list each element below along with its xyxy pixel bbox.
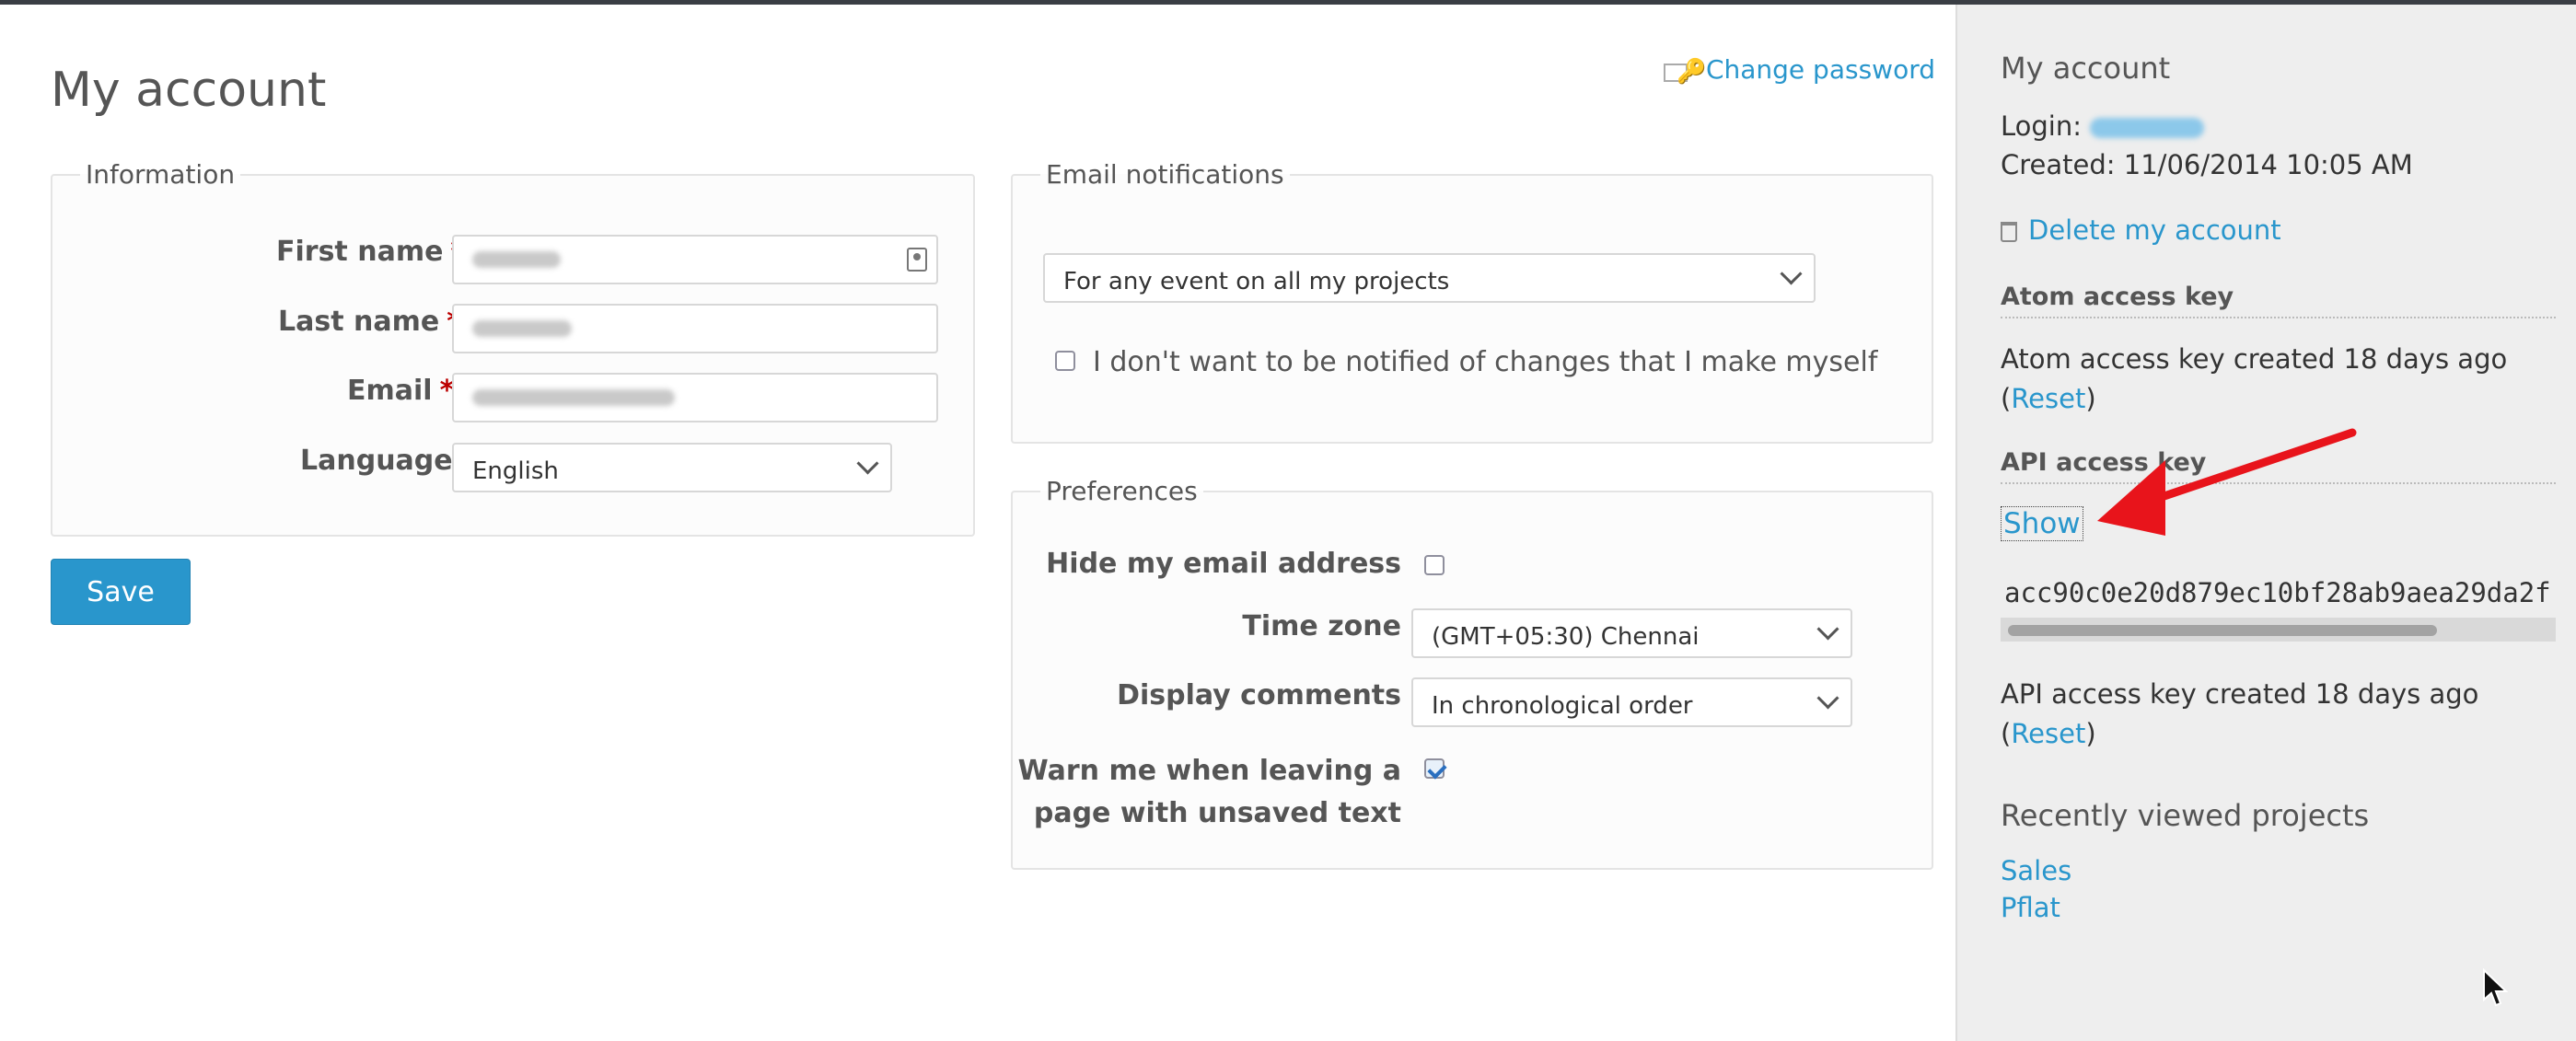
warn-leaving-checkbox[interactable]: [1424, 758, 1445, 779]
recent-project-link[interactable]: Sales: [2001, 855, 2071, 886]
language-select[interactable]: English: [452, 443, 892, 492]
main-content: My account 🔑 Change password Information…: [0, 5, 1955, 1041]
chevron-down-icon: [1780, 262, 1803, 285]
last-name-field[interactable]: [452, 304, 938, 353]
horizontal-scrollbar[interactable]: [2001, 618, 2556, 642]
show-api-key-link[interactable]: Show: [2001, 506, 2083, 541]
change-password-link[interactable]: 🔑 Change password: [1663, 54, 1935, 86]
change-password-label: Change password: [1705, 54, 1935, 85]
atom-reset-row: (Reset): [2001, 383, 2096, 414]
first-name-label: First name*: [276, 236, 465, 268]
chevron-down-icon: [1816, 618, 1839, 641]
language-label: Language: [300, 445, 453, 477]
contact-card-icon[interactable]: [907, 248, 927, 272]
api-key-heading: API access key: [2001, 448, 2556, 484]
warn-leaving-label-line1: Warn me when leaving a: [1017, 755, 1401, 787]
login-label: Login:: [2001, 110, 2083, 142]
no-self-notified-label: I don't want to be notified of changes t…: [1093, 346, 1878, 378]
last-name-label-text: Last name: [278, 306, 440, 338]
chevron-down-icon: [1816, 687, 1839, 710]
api-key-created: API access key created 18 days ago: [2001, 678, 2479, 710]
language-value: English: [472, 457, 559, 485]
warn-leaving-label: Warn me when leaving a page with unsaved…: [1018, 750, 1401, 835]
warn-leaving-label-line2: page with unsaved text: [1033, 797, 1401, 829]
last-name-label: Last name*: [278, 306, 461, 338]
email-field[interactable]: [452, 373, 938, 422]
notification-select[interactable]: For any event on all my projects: [1043, 253, 1816, 303]
notification-value: For any event on all my projects: [1063, 268, 1450, 295]
information-legend: Information: [86, 159, 236, 190]
blurred-value: [472, 389, 675, 406]
sidebar-my-account-heading: My account: [2001, 51, 2171, 86]
display-comments-select[interactable]: In chronological order: [1411, 677, 1852, 727]
delete-account-link[interactable]: Delete my account: [2001, 214, 2281, 246]
atom-key-heading: Atom access key: [2001, 283, 2556, 318]
time-zone-select[interactable]: (GMT+05:30) Chennai: [1411, 608, 1852, 658]
created-value: 11/06/2014 10:05 AM: [2123, 149, 2413, 180]
hide-email-label: Hide my email address: [1046, 548, 1401, 580]
hide-email-checkbox[interactable]: [1424, 555, 1445, 575]
scrollbar-thumb[interactable]: [2008, 625, 2437, 636]
blurred-value: [472, 320, 572, 337]
delete-account-label: Delete my account: [2028, 214, 2281, 246]
atom-key-created: Atom access key created 18 days ago: [2001, 343, 2508, 375]
display-comments-label: Display comments: [1117, 679, 1401, 711]
blurred-login[interactable]: [2090, 118, 2205, 138]
chevron-down-icon: [856, 452, 879, 475]
key-icon: 🔑: [1663, 58, 1706, 86]
email-label: Email *: [347, 375, 454, 407]
preferences-legend: Preferences: [1046, 476, 1198, 506]
time-zone-value: (GMT+05:30) Chennai: [1432, 623, 1700, 651]
api-key-value: acc90c0e20d879ec10bf28ab9aea29da2f: [2004, 577, 2551, 608]
page-title: My account: [51, 63, 327, 118]
api-reset-row: (Reset): [2001, 718, 2096, 749]
login-row: Login:: [2001, 110, 2205, 142]
first-name-label-text: First name: [276, 236, 444, 268]
email-notifications-legend: Email notifications: [1046, 159, 1284, 190]
api-key-box: acc90c0e20d879ec10bf28ab9aea29da2f: [2001, 568, 2556, 647]
time-zone-label: Time zone: [1242, 610, 1401, 642]
trash-icon: [2001, 222, 2017, 242]
created-row: Created: 11/06/2014 10:05 AM: [2001, 149, 2413, 180]
recent-project-link[interactable]: Pflat: [2001, 892, 2060, 923]
no-self-notified-checkbox[interactable]: [1055, 351, 1075, 371]
display-comments-value: In chronological order: [1432, 692, 1693, 720]
created-label: Created:: [2001, 149, 2116, 180]
api-reset-link[interactable]: Reset: [2011, 718, 2085, 749]
first-name-field[interactable]: [452, 235, 938, 284]
blurred-value: [472, 251, 561, 268]
atom-reset-link[interactable]: Reset: [2011, 383, 2085, 414]
sidebar: My account Login: Created: 11/06/2014 10…: [1955, 5, 2576, 1041]
email-label-text: Email: [347, 375, 433, 407]
save-button[interactable]: Save: [51, 559, 191, 625]
recent-projects-heading: Recently viewed projects: [2001, 798, 2370, 833]
